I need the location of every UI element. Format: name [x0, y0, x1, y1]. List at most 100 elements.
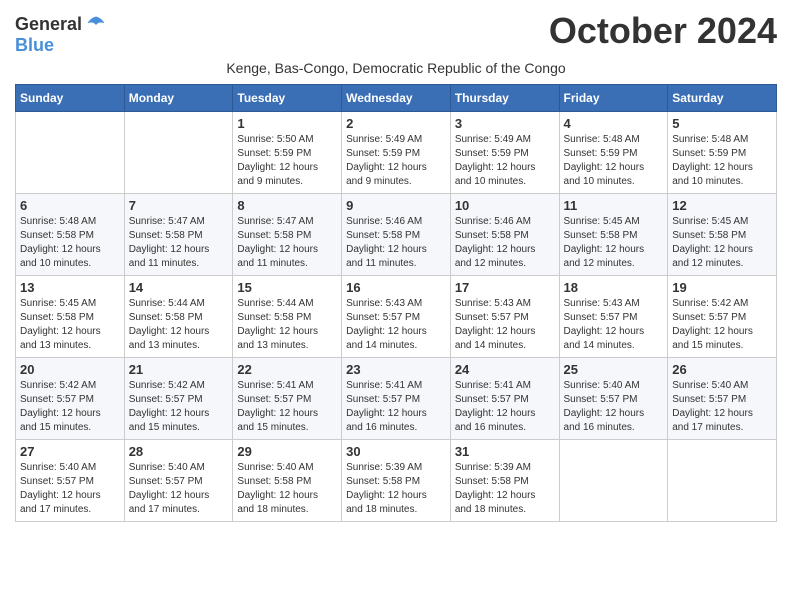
logo-blue-text: Blue — [15, 35, 54, 56]
header-thursday: Thursday — [450, 85, 559, 112]
calendar-cell: 19Sunrise: 5:42 AM Sunset: 5:57 PM Dayli… — [668, 276, 777, 358]
day-number: 5 — [672, 116, 772, 131]
calendar-cell: 10 Sunrise: 5:46 AM Sunset: 5:58 PM Dayli… — [450, 194, 559, 276]
day-info: Sunrise: 5:45 AM Sunset: 5:58 PM Dayligh… — [20, 297, 120, 353]
day-number: 4 — [564, 116, 664, 131]
day-info: Sunrise: 5:49 AM Sunset: 5:59 PM Dayligh… — [346, 133, 446, 189]
calendar-body: 1 Sunrise: 5:50 AM Sunset: 5:59 PM Daylig… — [16, 112, 777, 522]
header-wednesday: Wednesday — [342, 85, 451, 112]
day-info: Sunrise: 5:41 AM Sunset: 5:57 PM Dayligh… — [237, 379, 337, 435]
calendar-cell: 12 Sunrise: 5:45 AM Sunset: 5:58 PM Dayli… — [668, 194, 777, 276]
calendar-cell: 26 Sunrise: 5:40 AM Sunset: 5:57 PM Dayli… — [668, 358, 777, 440]
calendar-cell: 3 Sunrise: 5:49 AM Sunset: 5:59 PM Daylig… — [450, 112, 559, 194]
day-info: Sunrise: 5:40 AM Sunset: 5:57 PM Dayligh… — [672, 379, 772, 435]
calendar-cell: 13 Sunrise: 5:45 AM Sunset: 5:58 PM Dayli… — [16, 276, 125, 358]
day-number: 29 — [237, 444, 337, 459]
calendar-cell: 14 Sunrise: 5:44 AM Sunset: 5:58 PM Dayli… — [124, 276, 233, 358]
calendar-week-2: 6Sunrise: 5:48 AM Sunset: 5:58 PM Daylig… — [16, 194, 777, 276]
day-number: 2 — [346, 116, 446, 131]
day-info: Sunrise: 5:42 AM Sunset: 5:57 PM Dayligh… — [20, 379, 120, 435]
day-info: Sunrise: 5:40 AM Sunset: 5:57 PM Dayligh… — [129, 461, 229, 517]
calendar-week-1: 1 Sunrise: 5:50 AM Sunset: 5:59 PM Daylig… — [16, 112, 777, 194]
day-info: Sunrise: 5:44 AM Sunset: 5:58 PM Dayligh… — [237, 297, 337, 353]
day-number: 26 — [672, 362, 772, 377]
day-number: 20 — [20, 362, 120, 377]
calendar-cell: 21Sunrise: 5:42 AM Sunset: 5:57 PM Dayli… — [124, 358, 233, 440]
calendar-cell — [124, 112, 233, 194]
calendar-header: SundayMondayTuesdayWednesdayThursdayFrid… — [16, 85, 777, 112]
day-info: Sunrise: 5:39 AM Sunset: 5:58 PM Dayligh… — [346, 461, 446, 517]
calendar-cell: 5 Sunrise: 5:48 AM Sunset: 5:59 PM Daylig… — [668, 112, 777, 194]
calendar-cell: 25 Sunrise: 5:40 AM Sunset: 5:57 PM Dayli… — [559, 358, 668, 440]
calendar-cell: 17Sunrise: 5:43 AM Sunset: 5:57 PM Dayli… — [450, 276, 559, 358]
calendar-cell: 28 Sunrise: 5:40 AM Sunset: 5:57 PM Dayli… — [124, 440, 233, 522]
calendar-cell: 1 Sunrise: 5:50 AM Sunset: 5:59 PM Daylig… — [233, 112, 342, 194]
day-number: 10 — [455, 198, 555, 213]
day-info: Sunrise: 5:39 AM Sunset: 5:58 PM Dayligh… — [455, 461, 555, 517]
day-number: 12 — [672, 198, 772, 213]
day-info: Sunrise: 5:42 AM Sunset: 5:57 PM Dayligh… — [129, 379, 229, 435]
calendar-cell: 29 Sunrise: 5:40 AM Sunset: 5:58 PM Dayli… — [233, 440, 342, 522]
calendar-cell: 4 Sunrise: 5:48 AM Sunset: 5:59 PM Daylig… — [559, 112, 668, 194]
day-info: Sunrise: 5:44 AM Sunset: 5:58 PM Dayligh… — [129, 297, 229, 353]
calendar-cell: 6Sunrise: 5:48 AM Sunset: 5:58 PM Daylig… — [16, 194, 125, 276]
day-info: Sunrise: 5:40 AM Sunset: 5:57 PM Dayligh… — [564, 379, 664, 435]
header-tuesday: Tuesday — [233, 85, 342, 112]
day-info: Sunrise: 5:41 AM Sunset: 5:57 PM Dayligh… — [346, 379, 446, 435]
day-number: 15 — [237, 280, 337, 295]
calendar-week-5: 27 Sunrise: 5:40 AM Sunset: 5:57 PM Dayli… — [16, 440, 777, 522]
day-number: 13 — [20, 280, 120, 295]
logo: General Blue — [15, 14, 106, 56]
header-row: SundayMondayTuesdayWednesdayThursdayFrid… — [16, 85, 777, 112]
header-friday: Friday — [559, 85, 668, 112]
day-number: 3 — [455, 116, 555, 131]
day-number: 14 — [129, 280, 229, 295]
day-number: 17 — [455, 280, 555, 295]
day-info: Sunrise: 5:40 AM Sunset: 5:58 PM Dayligh… — [237, 461, 337, 517]
calendar-cell: 16Sunrise: 5:43 AM Sunset: 5:57 PM Dayli… — [342, 276, 451, 358]
day-info: Sunrise: 5:43 AM Sunset: 5:57 PM Dayligh… — [564, 297, 664, 353]
day-info: Sunrise: 5:46 AM Sunset: 5:58 PM Dayligh… — [346, 215, 446, 271]
page-header: General Blue October 2024 — [15, 10, 777, 56]
day-info: Sunrise: 5:47 AM Sunset: 5:58 PM Dayligh… — [129, 215, 229, 271]
calendar-cell: 11 Sunrise: 5:45 AM Sunset: 5:58 PM Dayli… — [559, 194, 668, 276]
calendar-cell — [668, 440, 777, 522]
day-number: 22 — [237, 362, 337, 377]
day-info: Sunrise: 5:45 AM Sunset: 5:58 PM Dayligh… — [672, 215, 772, 271]
calendar-cell: 31 Sunrise: 5:39 AM Sunset: 5:58 PM Dayli… — [450, 440, 559, 522]
day-number: 30 — [346, 444, 446, 459]
day-info: Sunrise: 5:49 AM Sunset: 5:59 PM Dayligh… — [455, 133, 555, 189]
day-info: Sunrise: 5:40 AM Sunset: 5:57 PM Dayligh… — [20, 461, 120, 517]
calendar-week-3: 13 Sunrise: 5:45 AM Sunset: 5:58 PM Dayli… — [16, 276, 777, 358]
calendar-cell: 9Sunrise: 5:46 AM Sunset: 5:58 PM Daylig… — [342, 194, 451, 276]
day-info: Sunrise: 5:50 AM Sunset: 5:59 PM Dayligh… — [237, 133, 337, 189]
location-subtitle: Kenge, Bas-Congo, Democratic Republic of… — [15, 60, 777, 76]
calendar-week-4: 20 Sunrise: 5:42 AM Sunset: 5:57 PM Dayli… — [16, 358, 777, 440]
header-sunday: Sunday — [16, 85, 125, 112]
calendar-table: SundayMondayTuesdayWednesdayThursdayFrid… — [15, 84, 777, 522]
header-monday: Monday — [124, 85, 233, 112]
calendar-cell: 2 Sunrise: 5:49 AM Sunset: 5:59 PM Daylig… — [342, 112, 451, 194]
day-number: 27 — [20, 444, 120, 459]
calendar-cell: 27 Sunrise: 5:40 AM Sunset: 5:57 PM Dayli… — [16, 440, 125, 522]
day-number: 19 — [672, 280, 772, 295]
calendar-cell: 15 Sunrise: 5:44 AM Sunset: 5:58 PM Dayli… — [233, 276, 342, 358]
calendar-cell: 24Sunrise: 5:41 AM Sunset: 5:57 PM Dayli… — [450, 358, 559, 440]
day-number: 11 — [564, 198, 664, 213]
day-number: 1 — [237, 116, 337, 131]
day-info: Sunrise: 5:48 AM Sunset: 5:59 PM Dayligh… — [564, 133, 664, 189]
day-info: Sunrise: 5:46 AM Sunset: 5:58 PM Dayligh… — [455, 215, 555, 271]
day-number: 24 — [455, 362, 555, 377]
day-number: 28 — [129, 444, 229, 459]
calendar-cell: 7Sunrise: 5:47 AM Sunset: 5:58 PM Daylig… — [124, 194, 233, 276]
day-info: Sunrise: 5:43 AM Sunset: 5:57 PM Dayligh… — [346, 297, 446, 353]
day-number: 23 — [346, 362, 446, 377]
calendar-cell: 20 Sunrise: 5:42 AM Sunset: 5:57 PM Dayli… — [16, 358, 125, 440]
day-info: Sunrise: 5:48 AM Sunset: 5:59 PM Dayligh… — [672, 133, 772, 189]
day-number: 8 — [237, 198, 337, 213]
day-info: Sunrise: 5:45 AM Sunset: 5:58 PM Dayligh… — [564, 215, 664, 271]
month-title: October 2024 — [549, 10, 777, 52]
day-number: 31 — [455, 444, 555, 459]
day-number: 25 — [564, 362, 664, 377]
calendar-cell: 18Sunrise: 5:43 AM Sunset: 5:57 PM Dayli… — [559, 276, 668, 358]
